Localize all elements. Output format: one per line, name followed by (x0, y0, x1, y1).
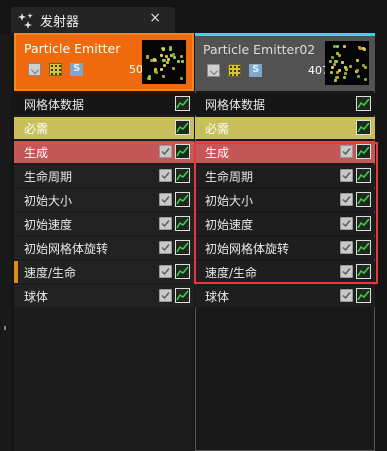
checkbox-icon[interactable] (340, 289, 353, 302)
module-row[interactable]: 生命周期 (14, 165, 194, 187)
curve-graph-icon[interactable] (356, 192, 371, 207)
curve-graph-icon[interactable] (356, 264, 371, 279)
emitter-header[interactable]: Particle Emitter S 509 (14, 33, 194, 91)
checkbox-icon[interactable] (340, 169, 353, 182)
s-icon[interactable]: S (70, 63, 84, 76)
checkbox-icon[interactable] (159, 145, 172, 158)
module-label: 必需 (205, 122, 230, 136)
module-label: 生命周期 (205, 170, 254, 184)
module-list: 网格体数据必需生成生命周期初始大小初始速度初始网格体旋转 速度/生命球体 (14, 93, 194, 309)
checkbox-icon[interactable] (340, 265, 353, 278)
solo-icon[interactable] (49, 63, 63, 76)
tab-strip: 发射器 × (0, 0, 387, 33)
curve-graph-icon[interactable] (175, 264, 190, 279)
module-label: 初始大小 (205, 194, 254, 208)
close-icon[interactable]: × (149, 10, 161, 26)
module-row[interactable]: 速度/生命 (14, 261, 194, 283)
module-row[interactable]: 初始大小 (14, 189, 194, 211)
module-row[interactable]: 生命周期 (195, 165, 375, 187)
curve-graph-icon[interactable] (175, 240, 190, 255)
emitter-sparkle-icon (17, 11, 35, 29)
checkbox-icon[interactable] (159, 265, 172, 278)
module-row[interactable]: 必需 (14, 117, 194, 139)
checkbox-icon[interactable] (159, 217, 172, 230)
checkbox-icon[interactable] (340, 241, 353, 254)
module-row[interactable]: 网格体数据 (195, 93, 375, 115)
curve-graph-icon[interactable] (175, 120, 190, 135)
module-label: 初始速度 (205, 218, 254, 232)
module-label: 必需 (24, 122, 49, 136)
module-row[interactable]: 初始速度 (195, 213, 375, 235)
curve-graph-icon[interactable] (356, 120, 371, 135)
curve-graph-icon[interactable] (175, 216, 190, 231)
module-label: 初始大小 (24, 194, 73, 208)
module-row[interactable]: 生成 (195, 141, 375, 163)
curve-graph-icon[interactable] (175, 288, 190, 303)
checkbox-icon[interactable] (340, 193, 353, 206)
curve-graph-icon[interactable] (175, 192, 190, 207)
module-label: 网格体数据 (205, 98, 266, 112)
curve-graph-icon[interactable] (356, 144, 371, 159)
module-color-bar (14, 261, 18, 283)
module-label: 初始网格体旋转 (205, 242, 290, 256)
module-row[interactable]: 初始大小 (195, 189, 375, 211)
curve-graph-icon[interactable] (356, 240, 371, 255)
module-row[interactable]: 必需 (195, 117, 375, 139)
module-label: 网格体数据 (24, 98, 85, 112)
checkbox-icon[interactable] (159, 193, 172, 206)
module-label: 初始速度 (24, 218, 73, 232)
curve-graph-icon[interactable] (356, 96, 371, 111)
emitter-name: Particle Emitter02 (203, 42, 316, 57)
module-label: 速度/生命 (24, 266, 77, 280)
particle-count: 407 (308, 64, 329, 77)
module-row[interactable]: 初始速度 (14, 213, 194, 235)
curve-graph-icon[interactable] (175, 96, 190, 111)
module-label: 球体 (24, 290, 49, 304)
emitter-name: Particle Emitter (24, 41, 121, 56)
checkbox-icon[interactable] (159, 241, 172, 254)
module-row[interactable]: 速度/生命 (195, 261, 375, 283)
emitter-thumbnail (142, 40, 186, 84)
curve-graph-icon[interactable] (356, 288, 371, 303)
curve-graph-icon[interactable] (175, 168, 190, 183)
module-row[interactable]: 初始网格体旋转 (14, 237, 194, 259)
checkbox-icon[interactable] (340, 217, 353, 230)
module-label: 生命周期 (24, 170, 73, 184)
module-row[interactable]: 网格体数据 (14, 93, 194, 115)
left-edge-splitter[interactable] (0, 33, 11, 451)
checkbox-icon[interactable] (340, 145, 353, 158)
tab-emitters[interactable]: 发射器 × (11, 7, 175, 33)
tab-title: 发射器 (40, 15, 80, 30)
module-label: 生成 (24, 146, 49, 160)
emitter-enable-checkbox[interactable] (207, 64, 220, 77)
emitter-thumbnail (325, 41, 369, 85)
module-row[interactable]: 球体 (195, 285, 375, 307)
module-label: 初始网格体旋转 (24, 242, 109, 256)
checkbox-icon[interactable] (159, 169, 172, 182)
solo-icon[interactable] (228, 64, 242, 77)
module-list: 网格体数据必需生成生命周期初始大小初始速度初始网格体旋转 速度/生命球体 (195, 93, 375, 309)
module-label: 速度/生命 (205, 266, 258, 280)
module-label: 生成 (205, 146, 230, 160)
curve-graph-icon[interactable] (356, 168, 371, 183)
module-label: 球体 (205, 290, 230, 304)
curve-graph-icon[interactable] (175, 144, 190, 159)
emitter-header[interactable]: Particle Emitter02 S 407 (195, 33, 375, 91)
curve-graph-icon[interactable] (356, 216, 371, 231)
s-icon[interactable]: S (249, 64, 263, 77)
module-row[interactable]: 球体 (14, 285, 194, 307)
emitter-enable-checkbox[interactable] (28, 63, 41, 76)
module-row[interactable]: 生成 (14, 141, 194, 163)
module-row[interactable]: 初始网格体旋转 (195, 237, 375, 259)
checkbox-icon[interactable] (159, 289, 172, 302)
